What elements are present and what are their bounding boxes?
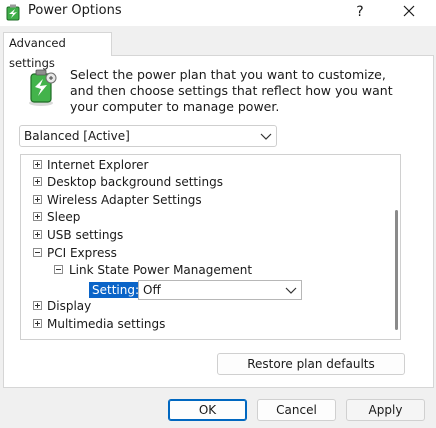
tree-item-multimedia[interactable]: Multimedia settings — [21, 315, 391, 333]
collapse-minus-icon[interactable] — [54, 265, 63, 274]
close-button[interactable] — [398, 0, 420, 22]
power-plan-value: Balanced [Active] — [24, 129, 130, 143]
help-button[interactable]: ? — [348, 1, 372, 23]
setting-label: Setting: — [89, 282, 143, 298]
tree-item-label: PCI Express — [47, 246, 117, 260]
tree-item-label: Internet Explorer — [47, 158, 149, 172]
tree-scrollbar[interactable] — [395, 210, 398, 330]
tree-item-sleep[interactable]: Sleep — [21, 208, 391, 226]
expand-plus-icon[interactable] — [33, 195, 42, 204]
close-icon — [403, 5, 415, 17]
tree-item-label: Desktop background settings — [47, 175, 223, 189]
expand-plus-icon[interactable] — [33, 301, 42, 310]
title-bar: Power Options ? — [0, 0, 436, 26]
cancel-button[interactable]: Cancel — [257, 399, 336, 421]
chevron-down-icon — [285, 287, 297, 294]
restore-plan-defaults-button[interactable]: Restore plan defaults — [217, 353, 405, 375]
tree-item-desktop-background[interactable]: Desktop background settings — [21, 173, 391, 191]
tab-advanced-settings[interactable]: Advanced settings — [3, 32, 112, 70]
tree-item-label: Multimedia settings — [47, 317, 166, 331]
tree-item-internet-explorer[interactable]: Internet Explorer — [21, 156, 391, 174]
expand-plus-icon[interactable] — [33, 160, 42, 169]
expand-plus-icon[interactable] — [33, 230, 42, 239]
ok-button[interactable]: OK — [168, 399, 247, 421]
expand-plus-icon[interactable] — [33, 212, 42, 221]
settings-tree[interactable]: Internet Explorer Desktop background set… — [20, 154, 401, 340]
tree-item-label: USB settings — [47, 228, 124, 242]
window-title: Power Options — [28, 3, 122, 18]
expand-plus-icon[interactable] — [33, 177, 42, 186]
intro-text: Select the power plan that you want to c… — [70, 67, 393, 114]
chevron-down-icon — [260, 133, 272, 140]
tree-item-label: Sleep — [47, 210, 81, 224]
collapse-minus-icon[interactable] — [33, 248, 42, 257]
tree-item-usb-settings[interactable]: USB settings — [21, 226, 391, 244]
tree-item-label: Wireless Adapter Settings — [47, 193, 202, 207]
tree-item-wireless-adapter[interactable]: Wireless Adapter Settings — [21, 191, 391, 209]
tree-item-label: Link State Power Management — [69, 263, 253, 277]
apply-button[interactable]: Apply — [346, 399, 425, 421]
setting-value: Off — [143, 283, 161, 297]
power-options-icon — [6, 4, 20, 21]
expand-plus-icon[interactable] — [33, 319, 42, 328]
battery-plan-icon — [29, 69, 57, 106]
tree-item-label: Display — [47, 299, 92, 313]
power-plan-select[interactable]: Balanced [Active] — [19, 125, 277, 147]
tree-item-link-state-power[interactable]: Link State Power Management — [21, 261, 391, 279]
tree-item-pci-express[interactable]: PCI Express — [21, 244, 391, 262]
setting-value-select[interactable]: Off — [138, 280, 302, 300]
